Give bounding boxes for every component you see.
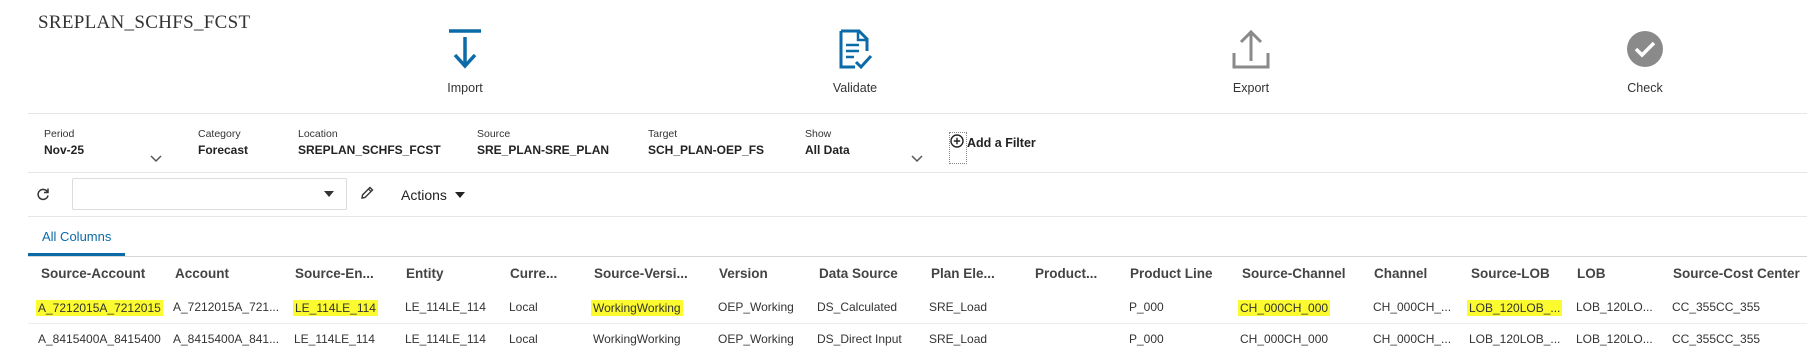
validate-icon [785, 25, 925, 73]
chevron-down-icon[interactable] [911, 150, 923, 168]
table-cell: A_8415400A_8415400 [38, 332, 161, 346]
table-cell: LOB_120LO... [1576, 332, 1653, 346]
table-cell: P_000 [1129, 300, 1164, 314]
table-cell: CH_000CH_000 [1238, 300, 1331, 316]
column-header-entity[interactable]: Entity [406, 266, 444, 281]
dropdown-arrow-icon [324, 191, 334, 197]
table-cell: Local [509, 332, 538, 346]
view-select[interactable] [72, 178, 347, 210]
column-header-source-version[interactable]: Source-Versi... [594, 266, 688, 281]
table-row[interactable]: A_8415400A_8415400 A_8415400A_841... LE_… [28, 323, 1807, 355]
filter-show-label: Show [805, 128, 832, 140]
table-cell: DS_Calculated [817, 300, 898, 314]
filter-source-value: SRE_PLAN-SRE_PLAN [477, 143, 610, 157]
validate-step[interactable]: Validate [785, 25, 925, 95]
table-cell: CH_000CH_... [1373, 332, 1452, 346]
filter-show-value: All Data [805, 143, 850, 157]
table-cell: LE_114LE_114 [405, 332, 486, 346]
column-header-source-account[interactable]: Source-Account [41, 266, 145, 281]
filter-target-value: SCH_PLAN-OEP_FS [648, 143, 765, 157]
check-circle-icon [1575, 25, 1715, 73]
export-label: Export [1232, 81, 1270, 95]
refresh-icon[interactable] [36, 187, 50, 206]
table-cell: CC_355CC_355 [1672, 300, 1761, 314]
check-label: Check [1627, 81, 1663, 95]
filter-location-label: Location [298, 128, 338, 140]
column-header-source-cost-center[interactable]: Source-Cost Center [1673, 266, 1800, 281]
table-cell: A_7212015A_7212015 [36, 300, 163, 316]
filter-period-label: Period [44, 128, 75, 140]
table-cell: LOB_120LO... [1576, 300, 1653, 314]
filter-category-label: Category [198, 128, 241, 140]
column-header-channel[interactable]: Channel [1374, 266, 1427, 281]
filter-source[interactable]: Source SRE_PLAN-SRE_PLAN [477, 128, 609, 157]
validate-label: Validate [832, 81, 878, 95]
column-header-data-source[interactable]: Data Source [819, 266, 898, 281]
divider [28, 172, 1807, 173]
divider [28, 216, 1807, 217]
filter-target-label: Target [648, 128, 678, 140]
table-cell: CC_355CC_355 [1672, 332, 1761, 346]
table-cell: WorkingWorking [593, 332, 681, 346]
column-header-account[interactable]: Account [175, 266, 229, 281]
column-header-source-lob[interactable]: Source-LOB [1471, 266, 1550, 281]
table-cell: LE_114LE_114 [293, 300, 378, 316]
filter-source-label: Source [477, 128, 511, 140]
column-header-source-channel[interactable]: Source-Channel [1242, 266, 1346, 281]
table-cell: CH_000CH_... [1373, 300, 1452, 314]
column-header-version[interactable]: Version [719, 266, 768, 281]
add-filter-button[interactable]: Add a Filter [949, 132, 1036, 164]
filter-period-value: Nov-25 [44, 143, 85, 157]
column-header-product-line[interactable]: Product Line [1130, 266, 1213, 281]
table-cell: LOB_120LOB_... [1467, 300, 1563, 316]
check-step[interactable]: Check [1575, 25, 1715, 95]
table-cell: CH_000CH_000 [1240, 332, 1329, 346]
chevron-down-icon[interactable] [150, 150, 162, 168]
divider [28, 113, 1807, 114]
filter-target[interactable]: Target SCH_PLAN-OEP_FS [648, 128, 764, 157]
import-label: Import [447, 81, 483, 95]
filter-period[interactable]: Period Nov-25 [44, 128, 84, 157]
actions-label: Actions [401, 187, 447, 203]
table-cell: P_000 [1129, 332, 1164, 346]
table-cell: WorkingWorking [591, 300, 683, 316]
filter-category-value: Forecast [198, 143, 249, 157]
page-title: SREPLAN_SCHFS_FCST [38, 12, 251, 33]
column-header-source-entity[interactable]: Source-En... [295, 266, 374, 281]
pencil-icon[interactable] [359, 185, 375, 206]
column-header-lob[interactable]: LOB [1577, 266, 1606, 281]
filter-location-value: SREPLAN_SCHFS_FCST [298, 143, 441, 157]
filter-location[interactable]: Location SREPLAN_SCHFS_FCST [298, 128, 441, 157]
filter-show[interactable]: Show All Data [805, 128, 850, 157]
table-cell: OEP_Working [718, 332, 794, 346]
import-icon [395, 25, 535, 73]
caret-down-icon [454, 192, 465, 198]
table-cell: LE_114LE_114 [405, 300, 486, 314]
filter-category[interactable]: Category Forecast [198, 128, 248, 157]
focus-outline [949, 132, 967, 164]
actions-menu-button[interactable]: Actions [401, 187, 465, 203]
table-cell: LE_114LE_114 [294, 332, 375, 346]
table-cell: A_7212015A_721... [173, 300, 280, 314]
table-cell: DS_Direct Input [817, 332, 902, 346]
export-icon [1181, 25, 1321, 73]
table-cell: SRE_Load [929, 332, 988, 346]
column-header-currency[interactable]: Curre... [510, 266, 557, 281]
column-header-product[interactable]: Product... [1035, 266, 1097, 281]
table-cell: A_8415400A_841... [173, 332, 280, 346]
add-filter-label: Add a Filter [967, 135, 1036, 150]
table-cell: OEP_Working [718, 300, 794, 314]
tab-all-columns[interactable]: All Columns [28, 229, 126, 256]
table-cell: Local [509, 300, 538, 314]
table-row[interactable]: A_7212015A_7212015 A_7212015A_721... LE_… [28, 291, 1807, 324]
table-cell: LOB_120LOB_... [1469, 332, 1561, 346]
import-step[interactable]: Import [395, 25, 535, 95]
grid-separator [28, 256, 1807, 257]
table-cell: SRE_Load [929, 300, 988, 314]
column-header-plan-element[interactable]: Plan Ele... [931, 266, 995, 281]
export-step[interactable]: Export [1181, 25, 1321, 95]
